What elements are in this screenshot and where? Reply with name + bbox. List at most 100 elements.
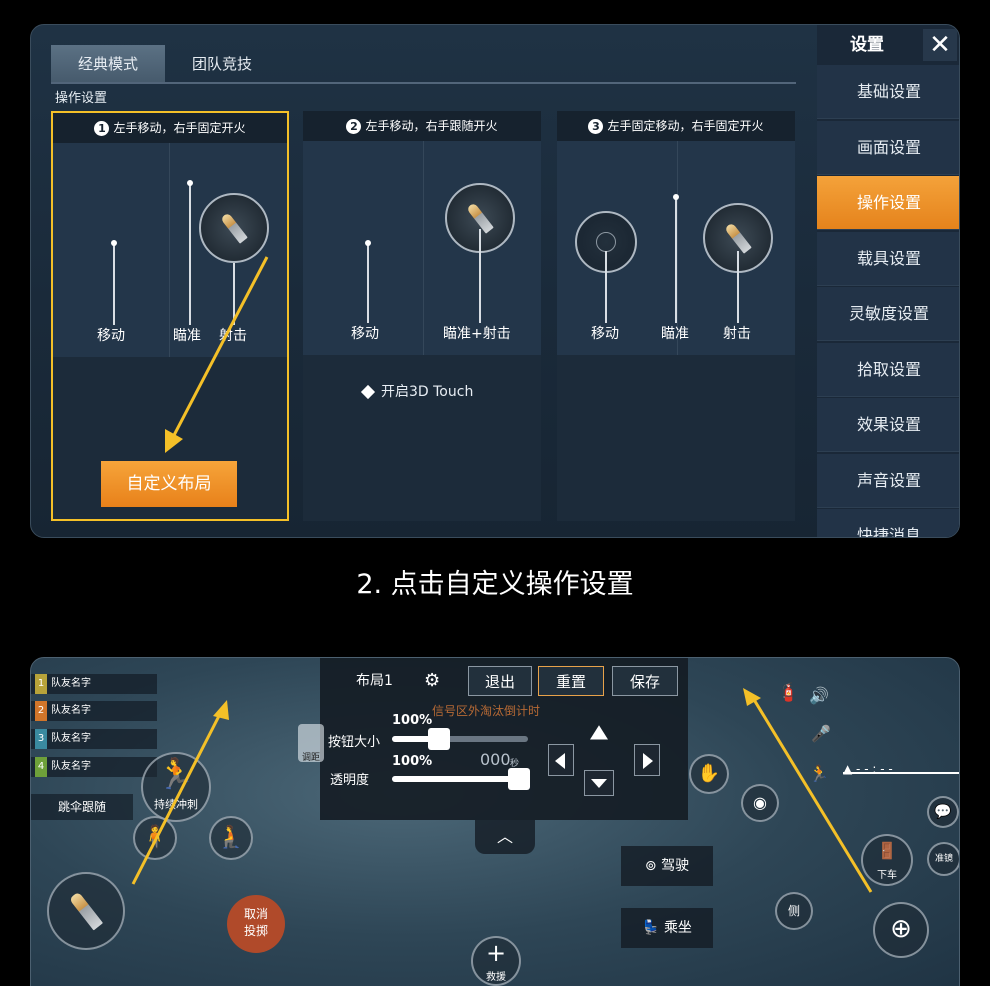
gear-icon[interactable]: ⚙	[424, 670, 440, 691]
nudge-left-icon[interactable]	[548, 744, 574, 776]
button-size-label: 按钮大小	[328, 735, 381, 750]
chevron-up-icon[interactable]: ︿	[475, 820, 535, 854]
prone-icon[interactable]: 🧎	[209, 816, 253, 860]
scheme-number: 1	[94, 121, 110, 136]
label-move: 移动	[351, 326, 379, 342]
tab-underline	[51, 82, 796, 84]
move-line	[367, 243, 369, 323]
sprint-label: 持续冲刺	[154, 798, 198, 811]
sidebar-item-sound[interactable]: 声音设置	[817, 454, 959, 508]
control-scheme-1[interactable]: 1 左手移动，右手固定开火 移动 瞄准 射击 自定义布局	[51, 111, 289, 521]
settings-panel: 经典模式 团队竞技 操作设置 1 左手移动，右手固定开火 移动 瞄准 射击 自定义…	[30, 24, 960, 538]
speaker-icon[interactable]: 🔊	[809, 686, 829, 705]
bullet-icon	[68, 891, 104, 931]
crouch-icon[interactable]: 🧍	[133, 816, 177, 860]
exit-button[interactable]: 退出	[468, 666, 532, 696]
extinguisher-icon[interactable]: 🧯	[777, 682, 799, 703]
right-arrow	[643, 753, 653, 769]
timer-value: 000	[480, 750, 511, 769]
parachute-follow-button[interactable]: 跳伞跟随	[31, 794, 133, 820]
fire-line	[233, 263, 235, 325]
mode-tabs: 经典模式 团队竞技	[51, 45, 279, 83]
slider-knob[interactable]	[508, 768, 530, 790]
drive-button[interactable]: ⊚ 驾驶	[621, 846, 713, 886]
button-size-slider[interactable]	[392, 728, 528, 750]
aim-line	[675, 197, 677, 323]
tab-team-deathmatch[interactable]: 团队竞技	[165, 45, 279, 83]
fire-line	[737, 251, 739, 323]
sidebar-item-controls[interactable]: 操作设置	[817, 176, 959, 230]
teammate-name: 队友名字	[51, 705, 91, 716]
opacity-value: 100%	[392, 754, 433, 769]
adjust-handle[interactable]: 调距	[298, 724, 324, 763]
sidebar-item-effects[interactable]: 效果设置	[817, 398, 959, 452]
ride-label: 乘坐	[663, 920, 692, 936]
aim-fire-line	[479, 229, 481, 323]
arrow-head-right	[743, 688, 761, 706]
nudge-right-icon[interactable]	[634, 744, 660, 776]
teammate-number: 1	[35, 674, 47, 694]
sidebar-item-vehicle[interactable]: 载具设置	[817, 232, 959, 286]
aim-dot	[187, 180, 193, 186]
teammate-row: 2 队友名字	[31, 701, 157, 721]
ride-button[interactable]: 💺 乘坐	[621, 908, 713, 948]
section-title: 操作设置	[55, 91, 108, 106]
scheme-header: 1 左手移动，右手固定开火	[53, 113, 287, 143]
control-scheme-3[interactable]: 3 左手固定移动，右手固定开火 移动 瞄准 射击	[557, 111, 795, 521]
lean-button[interactable]: 侧	[775, 892, 813, 930]
fire-button[interactable]	[47, 872, 125, 950]
sprint-button[interactable]: 🏃 持续冲刺	[141, 752, 211, 822]
run-icon[interactable]: 🏃	[809, 764, 829, 783]
nudge-up-icon[interactable]	[590, 725, 608, 740]
exit-vehicle-button[interactable]: 🚪 下车	[861, 834, 913, 886]
joystick-center	[596, 232, 616, 252]
bullet-icon	[220, 212, 248, 244]
teammate-number: 3	[35, 729, 47, 749]
opacity-slider[interactable]	[392, 768, 530, 790]
sidebar-item-graphics[interactable]: 画面设置	[817, 121, 959, 175]
sidebar-item-sensitivity[interactable]: 灵敏度设置	[817, 287, 959, 341]
seat-icon: 💺	[642, 920, 660, 936]
slider-knob[interactable]	[428, 728, 450, 750]
save-button[interactable]: 保存	[612, 666, 678, 696]
custom-layout-button[interactable]: 自定义布局	[101, 461, 237, 507]
down-arrow	[591, 779, 607, 788]
opacity-label: 透明度	[330, 773, 370, 788]
nudge-down-icon[interactable]	[584, 770, 614, 796]
label-aim-fire: 瞄准+射击	[443, 326, 511, 342]
teammate-row: 1 队友名字	[31, 674, 157, 694]
eye-icon[interactable]: ◉	[741, 784, 779, 822]
signal-line	[843, 772, 959, 774]
tab-classic-mode[interactable]: 经典模式	[51, 45, 165, 83]
microphone-icon[interactable]: 🎤	[811, 724, 831, 743]
throw-label: 投掷	[243, 924, 268, 938]
move-line	[113, 243, 115, 325]
plus-icon: +	[485, 939, 507, 967]
scheme-title: 左手移动，右手固定开火	[113, 121, 246, 135]
crosshair-icon[interactable]: ⊕	[873, 902, 929, 958]
run-icon: 🏃	[157, 757, 195, 792]
chat-icon[interactable]: 💬	[927, 796, 959, 828]
sidebar-item-basic[interactable]: 基础设置	[817, 65, 959, 119]
teammate-row: 4 队友名字	[31, 757, 157, 777]
control-scheme-2[interactable]: 2 左手移动，右手跟随开火 移动 瞄准+射击 开启3D Touch	[303, 111, 541, 521]
sidebar-item-pickup[interactable]: 拾取设置	[817, 343, 959, 397]
steering-wheel-icon: ⊚	[644, 858, 657, 874]
exit-vehicle-label: 下车	[877, 870, 897, 881]
custom-layout-editor: 1 队友名字 2 队友名字 3 队友名字 4 队友名字 跳伞跟随 🏃 持续冲刺 🧍 🧎 …	[30, 657, 960, 986]
label-aim: 瞄准	[173, 328, 201, 344]
3d-touch-toggle[interactable]: 开启3D Touch	[360, 381, 473, 401]
reset-button[interactable]: 重置	[538, 666, 604, 696]
scope-button[interactable]: 准镜	[927, 842, 959, 876]
teammate-name: 队友名字	[51, 733, 91, 744]
rescue-button[interactable]: + 救援	[471, 936, 521, 986]
scheme-title: 左手固定移动，右手固定开火	[607, 119, 764, 133]
scheme-header: 2 左手移动，右手跟随开火	[303, 111, 541, 141]
zone-countdown-text: 信号区外淘汰倒计时	[432, 704, 541, 718]
close-icon[interactable]: ✕	[923, 29, 957, 61]
sidebar-item-quick-message[interactable]: 快捷消息	[817, 509, 959, 537]
cancel-throw-button[interactable]: 取消 投掷	[227, 895, 285, 953]
label-fire: 射击	[723, 326, 751, 342]
hand-icon[interactable]: ✋	[689, 754, 729, 794]
settings-sidebar: 设置 ✕ 基础设置 画面设置 操作设置 载具设置 灵敏度设置 拾取设置 效果设置…	[817, 25, 959, 537]
